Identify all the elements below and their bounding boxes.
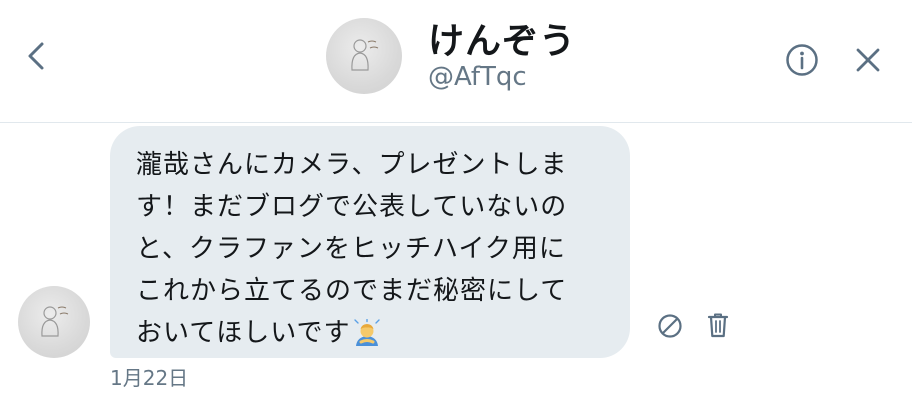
person-bowing-emoji (352, 318, 382, 349)
avatar-drawing (351, 39, 379, 71)
delete-button[interactable] (704, 310, 732, 340)
display-name: けんぞう (428, 21, 577, 62)
trash-icon (707, 313, 729, 338)
avatar-drawing (41, 306, 69, 337)
avatar[interactable] (326, 18, 402, 94)
message-line: 瀧哉さんにカメラ、プレゼントしま (136, 150, 568, 180)
message-bubble[interactable]: 瀧哉さんにカメラ、プレゼントしま す！まだブログで公表していないの と、クラファ… (110, 126, 630, 358)
message-timestamp: 1月22日 (110, 366, 189, 390)
user-handle: @AfTqc (428, 62, 527, 92)
conversation-header: けんぞう @AfTqc (0, 0, 912, 123)
back-button[interactable] (18, 36, 54, 76)
message-last-line: おいてほしいです (136, 312, 604, 354)
message-line: と、クラファンをヒッチハイク用に (136, 234, 566, 264)
message-line: す！まだブログで公表していないの (136, 192, 568, 222)
report-button[interactable] (656, 312, 684, 340)
message-line: おいてほしいです (136, 318, 351, 348)
chevron-left-icon (28, 42, 44, 70)
info-button[interactable] (784, 42, 820, 78)
block-icon (658, 314, 682, 338)
message-sender-avatar[interactable] (18, 286, 90, 358)
info-icon (786, 44, 818, 76)
close-icon (856, 48, 880, 72)
message-line: これから立てるのでまだ秘密にして (136, 276, 568, 306)
close-button[interactable] (850, 42, 886, 78)
message-text: 瀧哉さんにカメラ、プレゼントしま す！まだブログで公表していないの と、クラファ… (136, 144, 604, 354)
